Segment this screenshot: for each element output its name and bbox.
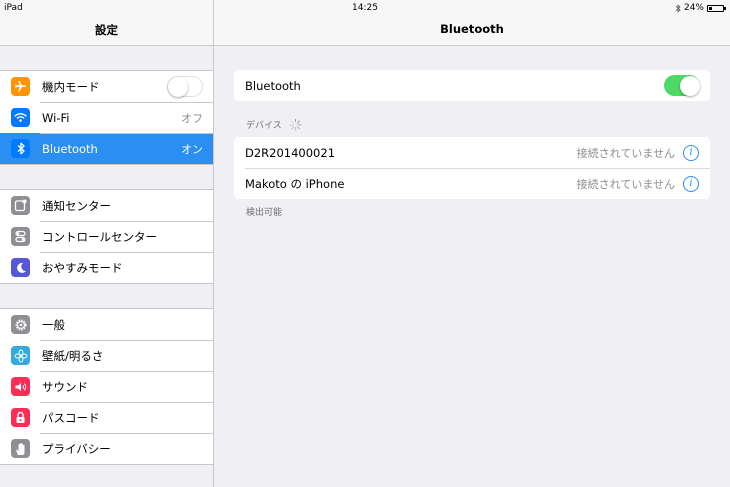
devices-section-header: デバイス <box>246 118 302 131</box>
bluetooth-toggle-row[interactable]: Bluetooth <box>234 70 710 101</box>
loading-spinner-icon <box>289 118 302 131</box>
bluetooth-status-value: オン <box>181 142 203 156</box>
battery-icon <box>707 4 726 12</box>
bluetooth-status-icon <box>675 3 681 13</box>
airplane-icon <box>11 77 30 96</box>
info-icon[interactable]: i <box>683 175 699 192</box>
gear-icon <box>11 315 30 334</box>
sidebar-group-connectivity: 機内モード Wi-Fi オフ Bluetooth オン <box>0 70 213 165</box>
sidebar-title: 設定 <box>95 23 118 37</box>
sidebar-item-label: 壁紙/明るさ <box>42 348 104 363</box>
sidebar-item-bluetooth[interactable]: Bluetooth オン <box>0 133 213 164</box>
sidebar-item-control-center[interactable]: コントロールセンター <box>0 221 213 252</box>
sidebar-item-label: パスコード <box>42 410 100 425</box>
notification-center-icon <box>11 196 30 215</box>
battery-fill <box>709 6 712 10</box>
sidebar-item-label: Bluetooth <box>42 141 98 156</box>
status-right: 24% <box>675 3 726 13</box>
sidebar-item-wifi[interactable]: Wi-Fi オフ <box>0 102 213 133</box>
sidebar-item-notification-center[interactable]: 通知センター <box>0 190 213 221</box>
sidebar-item-label: 機内モード <box>42 79 100 94</box>
sidebar-item-sounds[interactable]: サウンド <box>0 371 213 402</box>
speaker-icon <box>11 377 30 396</box>
toggle-knob <box>680 75 700 96</box>
hand-icon <box>11 439 30 458</box>
sidebar-group-centers: 通知センター コントロールセンター おやすみモード <box>0 189 213 284</box>
sidebar-item-label: サウンド <box>42 379 88 394</box>
device-name: Makoto の iPhone <box>245 176 345 191</box>
sidebar-group-general: 一般 壁紙/明るさ サウンド パスコード プライバシー <box>0 308 213 465</box>
device-row[interactable]: D2R201400021 接続されていません i <box>234 137 710 168</box>
device-status: 接続されていません <box>576 177 675 191</box>
status-bar: iPad 14:25 24% <box>0 0 730 16</box>
sidebar-item-passcode[interactable]: パスコード <box>0 402 213 433</box>
control-center-icon <box>11 227 30 246</box>
devices-header-label: デバイス <box>246 121 282 131</box>
sidebar-item-label: コントロールセンター <box>42 229 157 244</box>
toggle-knob <box>168 77 188 97</box>
device-status: 接続されていません <box>576 146 675 160</box>
lock-icon <box>11 408 30 427</box>
sidebar-item-label: 一般 <box>42 317 65 332</box>
wallpaper-icon <box>11 346 30 365</box>
settings-sidebar: 設定 機内モード Wi-Fi オフ Bluetooth オン 通知センター コン… <box>0 0 214 487</box>
battery-percent: 24% <box>683 3 704 13</box>
devices-footer: 検出可能 <box>246 208 283 218</box>
airplane-mode-toggle[interactable] <box>167 76 203 97</box>
sidebar-item-label: Wi-Fi <box>42 110 70 125</box>
sidebar-item-label: プライバシー <box>42 441 111 456</box>
bluetooth-icon <box>11 139 30 158</box>
clock: 14:25 <box>352 3 378 13</box>
sidebar-item-wallpaper[interactable]: 壁紙/明るさ <box>0 340 213 371</box>
bluetooth-toggle-card: Bluetooth <box>234 70 710 101</box>
bluetooth-toggle-label: Bluetooth <box>245 78 301 93</box>
wifi-icon <box>11 108 30 127</box>
sidebar-item-general[interactable]: 一般 <box>0 309 213 340</box>
device-name: D2R201400021 <box>245 145 336 160</box>
devices-card: D2R201400021 接続されていません i Makoto の iPhone… <box>234 137 710 199</box>
wifi-status-value: オフ <box>181 111 203 125</box>
device-row[interactable]: Makoto の iPhone 接続されていません i <box>234 168 710 199</box>
sidebar-item-do-not-disturb[interactable]: おやすみモード <box>0 252 213 283</box>
info-icon[interactable]: i <box>683 144 699 161</box>
moon-icon <box>11 258 30 277</box>
detail-title: Bluetooth <box>440 22 504 36</box>
detail-pane: Bluetooth Bluetooth デバイス D2R201400021 接続… <box>214 0 730 487</box>
sidebar-item-label: 通知センター <box>42 198 111 213</box>
bluetooth-toggle[interactable] <box>664 75 700 96</box>
sidebar-item-airplane-mode[interactable]: 機内モード <box>0 71 213 102</box>
sidebar-item-privacy[interactable]: プライバシー <box>0 433 213 464</box>
sidebar-item-label: おやすみモード <box>42 260 123 275</box>
